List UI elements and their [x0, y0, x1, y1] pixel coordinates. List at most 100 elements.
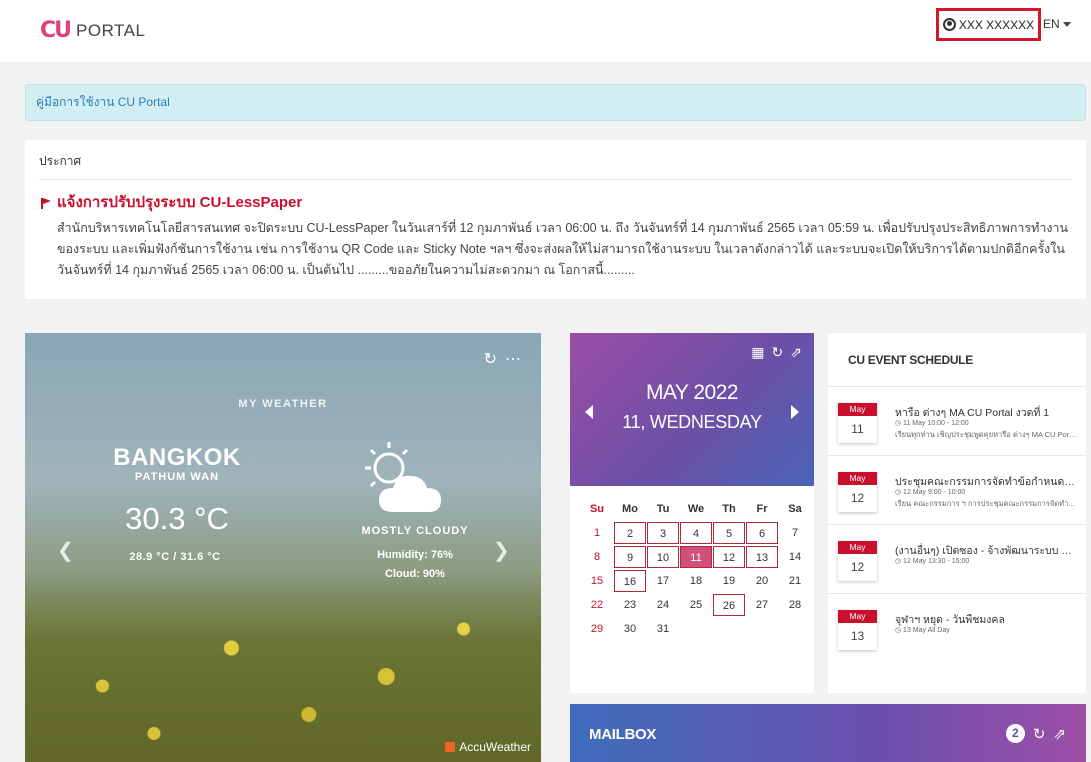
language-dropdown[interactable]: EN [1043, 17, 1071, 31]
mailbox-title: MAILBOX [589, 726, 657, 743]
calendar-day[interactable]: 7 [779, 522, 811, 544]
calendar-day[interactable]: 5 [713, 522, 745, 544]
calendar-day[interactable]: 10 [647, 546, 679, 568]
calendar-day[interactable]: 31 [647, 618, 679, 640]
event-item[interactable]: May 12 ประชุมคณะกรรมการจัดทำข้อกำหนดและข… [828, 457, 1086, 525]
calendar-day[interactable]: 30 [614, 618, 646, 640]
event-time: ◷ 12 May 9:00 - 10:00 [895, 489, 966, 496]
calendar-day[interactable]: 15 [581, 570, 613, 592]
user-menu[interactable]: XXX XXXXXX [936, 8, 1041, 41]
announcement-heading: ประกาศ [39, 152, 1072, 180]
event-date-badge: May 12 [838, 472, 877, 512]
event-description: เรียน คณะกรรมการ ฯ การประชุมคณะกรรมการจั… [895, 499, 1078, 508]
refresh-icon[interactable]: ↻ [484, 349, 497, 369]
event-time: ◷ 13 May All Day [895, 627, 950, 634]
calendar-weekday: Th [722, 503, 736, 515]
calendar-day[interactable]: 20 [746, 570, 778, 592]
event-month: May [838, 472, 877, 485]
event-month: May [838, 541, 877, 554]
announcement-title[interactable]: แจ้งการปรับปรุงระบบ CU-LessPaper [41, 190, 1072, 214]
calendar-day[interactable]: 12 [713, 546, 745, 568]
cu-portal-logo[interactable]: CU PORTAL [40, 20, 145, 42]
event-item[interactable]: May 13 จุฬาฯ หยุด - วันพืชมงคล ◷ 13 May … [828, 595, 1086, 663]
refresh-icon[interactable]: ↻ [1033, 725, 1046, 743]
calendar-day[interactable]: 26 [713, 594, 745, 616]
calendar-day[interactable]: 19 [713, 570, 745, 592]
user-name: XXX XXXXXX [958, 17, 1035, 32]
user-guide-label: คู่มือการใช้งาน CU Portal [36, 95, 170, 109]
flag-icon [41, 197, 51, 209]
event-time: ◷ 12 May 13:30 - 15:00 [895, 558, 970, 565]
calendar-icon[interactable]: ▦ [751, 344, 764, 361]
chevron-left-icon[interactable]: ❮ [57, 538, 74, 563]
mailbox-controls: 2 ↻ ⇗ [1005, 724, 1066, 743]
calendar-day[interactable]: 22 [581, 594, 613, 616]
event-date-badge: May 11 [838, 403, 877, 443]
calendar-day[interactable]: 28 [779, 594, 811, 616]
external-link-icon[interactable]: ⇗ [790, 344, 802, 361]
weather-label: MY WEATHER [238, 398, 328, 410]
announcement-body: สำนักบริหารเทคโนโลยีสารสนเทศ จะปิดระบบ C… [57, 221, 1069, 277]
calendar-day-today[interactable]: 11 [680, 546, 712, 568]
external-link-icon[interactable]: ⇗ [1053, 725, 1066, 743]
weather-controls: ↻ ⋯ [484, 349, 521, 369]
calendar-day[interactable]: 2 [614, 522, 646, 544]
calendar-day[interactable]: 27 [746, 594, 778, 616]
accuweather-logo[interactable]: AccuWeather [445, 740, 531, 754]
calendar-day[interactable]: 8 [581, 546, 613, 568]
calendar-day[interactable]: 16 [614, 570, 646, 592]
calendar-day[interactable]: 9 [614, 546, 646, 568]
calendar-day[interactable]: 13 [746, 546, 778, 568]
chevron-down-icon [1062, 21, 1071, 27]
top-header: CU PORTAL XXX XXXXXX EN [0, 0, 1091, 62]
calendar-weekday: Su [589, 503, 605, 515]
weather-humidity: Humidity: 76% [377, 549, 453, 561]
calendar-weekday: We [687, 503, 705, 515]
calendar-day[interactable]: 17 [647, 570, 679, 592]
calendar-controls: ▦ ↻ ⇗ [751, 344, 802, 361]
weather-city: BANGKOK [113, 444, 241, 471]
event-description: เรียนทุกท่าน เชิญประชุมพูดคุยหารือ ต่างๆ… [895, 430, 1078, 439]
calendar-day[interactable]: 23 [614, 594, 646, 616]
user-icon [942, 18, 956, 31]
event-date-badge: May 13 [838, 610, 877, 650]
event-day: 12 [838, 554, 877, 581]
event-day: 12 [838, 485, 877, 512]
announcement-title-text: แจ้งการปรับปรุงระบบ CU-LessPaper [57, 194, 303, 211]
calendar-weekday: Sa [788, 503, 802, 515]
calendar-widget: ▦ ↻ ⇗ MAY 2022 11, WEDNESDAY Su Mo Tu We Th F… [570, 333, 814, 693]
calendar-day[interactable]: 1 [581, 522, 613, 544]
weather-temperature: 30.3 °C [125, 501, 229, 536]
calendar-selected-day: 11, WEDNESDAY [622, 412, 762, 432]
calendar-day[interactable]: 24 [647, 594, 679, 616]
calendar-day[interactable]: 21 [779, 570, 811, 592]
calendar-header: ▦ ↻ ⇗ MAY 2022 11, WEDNESDAY [570, 333, 814, 486]
calendar-month-year: MAY 2022 [645, 381, 739, 404]
calendar-weekday: Fr [756, 503, 768, 515]
accuweather-label: AccuWeather [459, 740, 531, 754]
weather-cloud: Cloud: 90% [385, 568, 445, 580]
mailbox-widget: MAILBOX 2 ↻ ⇗ [570, 704, 1086, 762]
calendar-day[interactable]: 29 [581, 618, 613, 640]
calendar-day[interactable]: 14 [779, 546, 811, 568]
event-month: May [838, 403, 877, 416]
weather-range: 28.9 °C / 31.6 °C [129, 551, 221, 563]
more-icon[interactable]: ⋯ [505, 349, 521, 369]
event-item[interactable]: May 12 (งานอื่นๆ) เปิดซอง - จ้างพัฒนาระบ… [828, 526, 1086, 594]
weather-district: PATHUM WAN [134, 471, 220, 483]
refresh-icon[interactable]: ↻ [772, 344, 784, 361]
calendar-next-button[interactable] [791, 405, 799, 419]
accuweather-icon [445, 742, 456, 752]
calendar-day[interactable]: 18 [680, 570, 712, 592]
user-guide-link[interactable]: คู่มือการใช้งาน CU Portal [25, 84, 1086, 121]
weather-background [25, 572, 541, 762]
portal-logo-text: PORTAL [76, 21, 146, 40]
chevron-right-icon[interactable]: ❯ [493, 538, 510, 563]
weather-widget: ↻ ⋯ MY WEATHER BANGKOK PATHUM WAN 30.3 °… [25, 333, 541, 762]
calendar-day[interactable]: 3 [647, 522, 679, 544]
calendar-day[interactable]: 25 [680, 594, 712, 616]
event-item[interactable]: May 11 หารือ ต่างๆ MA CU Portal งวดที่ 1… [828, 388, 1086, 456]
event-schedule-title: CU EVENT SCHEDULE [828, 333, 1086, 387]
calendar-day[interactable]: 4 [680, 522, 712, 544]
calendar-day[interactable]: 6 [746, 522, 778, 544]
